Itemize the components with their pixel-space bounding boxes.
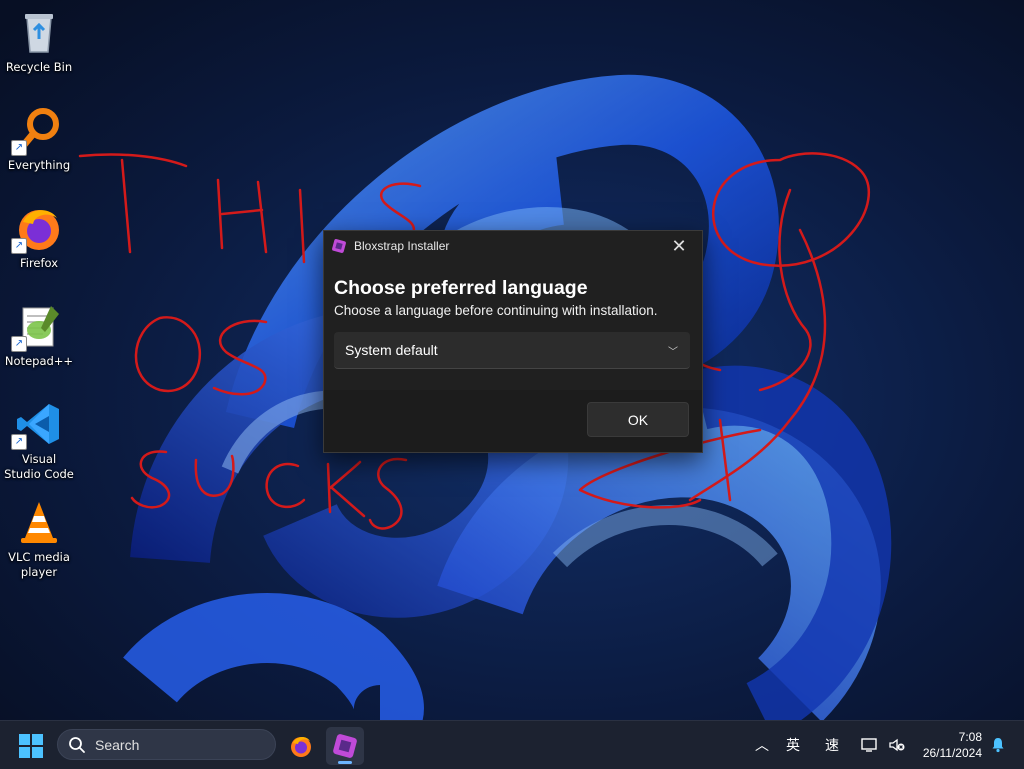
dialog-subheading: Choose a language before continuing with… (334, 303, 658, 318)
close-button[interactable]: ✕ (656, 231, 702, 261)
language-select[interactable]: System default ﹀ (334, 332, 690, 369)
taskbar-clock[interactable]: 7:08 26/11/2024 (923, 729, 982, 761)
ime-mode-indicator[interactable]: 英 (786, 721, 800, 769)
search-icon (69, 736, 85, 753)
desktop-icon-label: Firefox (19, 256, 59, 270)
active-app-indicator (338, 761, 352, 764)
shortcut-arrow-icon: ↗ (11, 140, 27, 156)
notification-bell-icon[interactable] (990, 737, 1006, 753)
desktop-icon-vlc-media-player[interactable]: VLC media player (2, 490, 76, 580)
desktop-icon-everything[interactable]: ↗ Everything (2, 98, 76, 173)
shortcut-arrow-icon: ↗ (11, 336, 27, 352)
ime-speed-label: 速 (825, 738, 839, 754)
network-icon (861, 738, 877, 752)
clock-time: 7:08 (958, 730, 982, 744)
desktop-icon-label: VLC media player (8, 550, 70, 579)
vscode-icon: ↗ (11, 400, 63, 450)
taskbar: Search ︿ 英 速 7:08 26/11/2024 (0, 720, 1024, 769)
bloxstrap-app-icon (333, 734, 357, 758)
ime-speed-indicator[interactable]: 速 (825, 721, 839, 769)
shortcut-arrow-icon: ↗ (11, 434, 27, 450)
clock-date: 26/11/2024 (922, 746, 982, 760)
firefox-icon (291, 737, 311, 757)
recycle-bin-icon (15, 8, 63, 56)
desktop-icon-firefox[interactable]: ↗ Firefox (2, 196, 76, 271)
close-icon: ✕ (671, 235, 687, 257)
desktop-icon-label: Visual Studio Code (4, 452, 74, 481)
speaker-muted-icon (889, 738, 905, 752)
bloxstrap-app-icon (332, 239, 346, 253)
notepad-plus-plus-icon: ↗ (11, 302, 63, 352)
search-label: Search (95, 736, 140, 753)
taskbar-app-bloxstrap[interactable] (326, 727, 364, 765)
firefox-icon: ↗ (11, 204, 63, 254)
ime-mode-label: 英 (786, 738, 800, 754)
desktop-icon-notepad-plus-plus[interactable]: ↗ Notepad++ (2, 294, 76, 369)
vlc-cone-icon (15, 498, 63, 546)
bloxstrap-installer-dialog: Bloxstrap Installer ✕ Choose preferred l… (323, 230, 703, 453)
desktop-icon-label: Notepad++ (4, 354, 74, 368)
shortcut-arrow-icon: ↗ (11, 238, 27, 254)
dialog-footer: OK (324, 390, 702, 452)
desktop-icon-recycle-bin[interactable]: Recycle Bin (2, 0, 76, 75)
desktop-icon-label: Everything (7, 158, 71, 172)
language-select-value: System default (345, 342, 438, 358)
start-button[interactable] (18, 733, 44, 759)
desktop-icon-visual-studio-code[interactable]: ↗ Visual Studio Code (2, 392, 76, 482)
volume-button[interactable] (888, 721, 906, 769)
chevron-up-icon: ︿ (755, 738, 769, 754)
dialog-titlebar[interactable]: Bloxstrap Installer ✕ (324, 231, 702, 261)
windows-logo-icon (19, 734, 43, 758)
chevron-down-icon: ﹀ (668, 346, 678, 358)
network-status-button[interactable] (861, 721, 879, 769)
show-hidden-icons-button[interactable]: ︿ (755, 721, 769, 769)
everything-search-icon: ↗ (11, 106, 63, 156)
taskbar-search-box[interactable]: Search (57, 729, 276, 760)
desktop-icon-label: Recycle Bin (5, 60, 73, 74)
taskbar-app-firefox[interactable] (282, 727, 320, 765)
ok-button[interactable]: OK (587, 402, 689, 437)
dialog-title: Bloxstrap Installer (354, 239, 450, 253)
dialog-heading: Choose preferred language (334, 277, 588, 299)
